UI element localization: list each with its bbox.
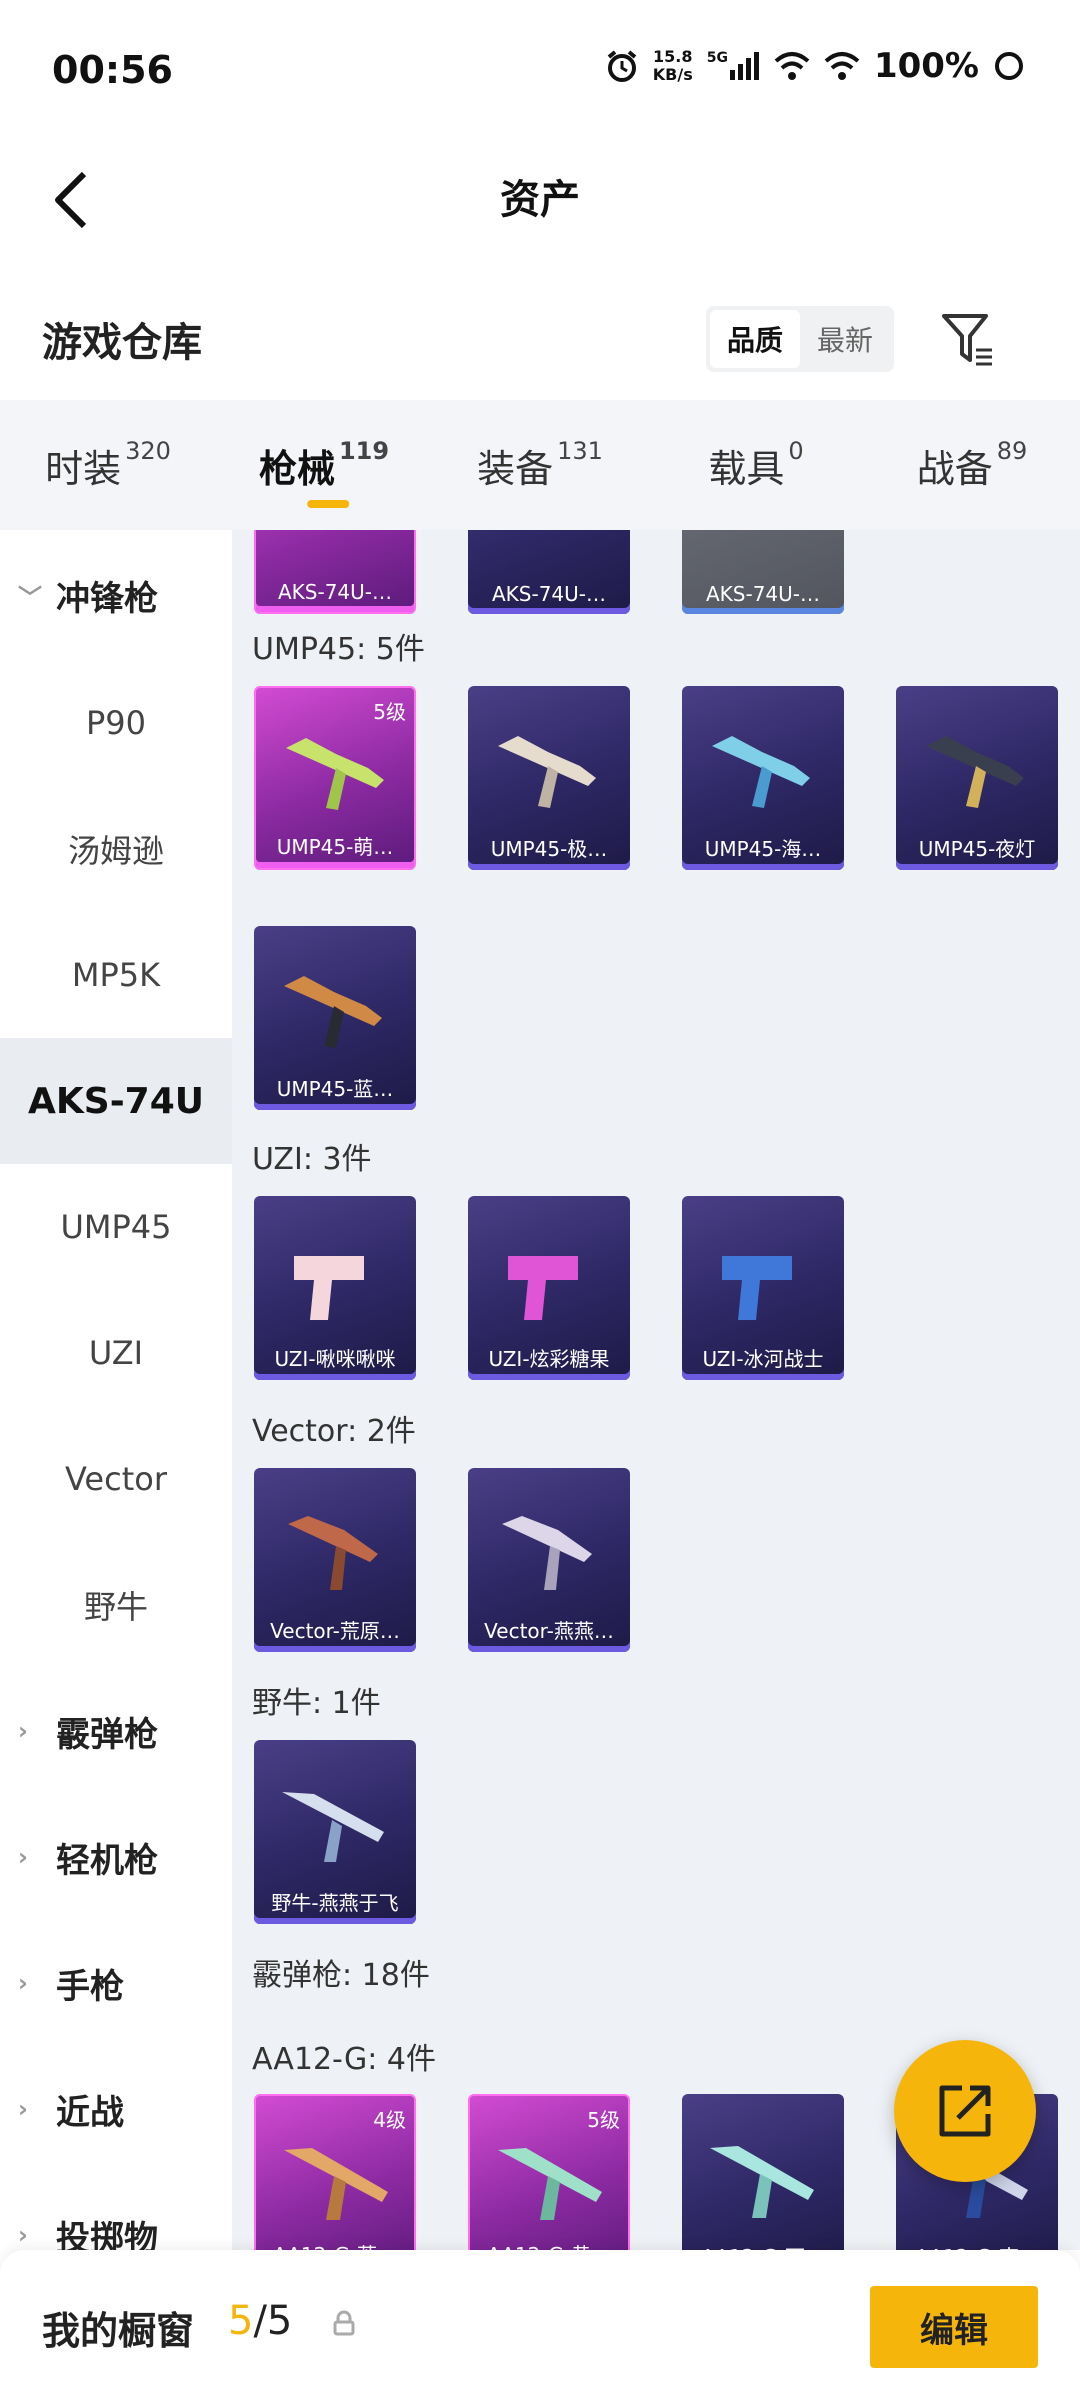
- smg-icon: [284, 976, 382, 1048]
- shotgun-icon: [284, 2148, 388, 2220]
- status-bar: 00:56 15.8 KB/s 5G 100%: [0, 0, 1080, 140]
- status-time: 00:56: [52, 48, 173, 92]
- sort-toggle: 品质 最新: [706, 306, 894, 372]
- smg-icon: [712, 736, 810, 808]
- alarm-icon: [607, 50, 637, 82]
- sidebar-item-p90[interactable]: P90: [0, 660, 232, 786]
- shotgun-icon: [498, 2148, 602, 2220]
- category-tabs: 时装 320 枪械 119 装备 131 载具 0 战备 89: [0, 400, 1080, 530]
- net-speed: 15.8 KB/s: [652, 47, 693, 84]
- sidebar-item-vector[interactable]: Vector: [0, 1416, 232, 1542]
- sidebar-item-mp5k[interactable]: MP5K: [0, 912, 232, 1038]
- smg-icon: [282, 1792, 384, 1862]
- skin-card[interactable]: 野牛-燕燕于飞: [254, 1740, 416, 1924]
- sidebar-item-throwable[interactable]: › 投掷物: [0, 2172, 232, 2251]
- group-label-bison: 野牛: 1件: [252, 1686, 381, 1721]
- sidebar-item-smg[interactable]: ﹀ 冲锋枪: [0, 530, 232, 660]
- skin-card[interactable]: UMP45-极…: [468, 686, 630, 870]
- sidebar-item-pistol[interactable]: › 手枪: [0, 1920, 232, 2046]
- sidebar-item-lmg[interactable]: › 轻机枪: [0, 1794, 232, 1920]
- lock-icon: [333, 2310, 355, 2336]
- filter-icon: [942, 314, 992, 366]
- sidebar-item-aks74u[interactable]: AKS-74U: [0, 1038, 232, 1164]
- skin-card[interactable]: AKS-74U-…: [468, 530, 630, 614]
- showcase-title: 我的橱窗: [42, 2309, 195, 2353]
- weapon-sidebar: ﹀ 冲锋枪 P90 汤姆逊 MP5K AKS-74U UMP45 UZI Vect…: [0, 530, 232, 2250]
- skin-card[interactable]: 4级 AA12-G-莽…: [254, 2094, 416, 2250]
- page-title: 资产: [500, 177, 580, 223]
- tab-firearms[interactable]: 枪械 119: [216, 400, 432, 530]
- chevron-right-icon: ›: [18, 2095, 28, 2123]
- tab-equipment[interactable]: 装备 131: [432, 400, 648, 530]
- skin-card[interactable]: AA12-G-雨…: [682, 2094, 844, 2250]
- share-button[interactable]: [894, 2040, 1036, 2182]
- wifi-icon: [824, 52, 860, 80]
- sidebar-item-thompson[interactable]: 汤姆逊: [0, 786, 232, 912]
- skin-card[interactable]: UZI-炫彩糖果: [468, 1196, 630, 1380]
- filter-button[interactable]: [940, 310, 996, 370]
- sort-quality-button[interactable]: 品质: [710, 310, 800, 368]
- skin-card[interactable]: AKS-74U-…: [682, 530, 844, 614]
- tab-vehicles[interactable]: 载具 0: [648, 400, 864, 530]
- cell-signal-icon: 5G: [707, 50, 760, 80]
- battery-icon: [995, 52, 1023, 80]
- sidebar-item-melee[interactable]: › 近战: [0, 2046, 232, 2172]
- smg-icon: [286, 738, 384, 810]
- skin-card[interactable]: UMP45-夜灯: [896, 686, 1058, 870]
- chevron-right-icon: ›: [18, 1717, 28, 1745]
- pistol-smg-icon: [294, 1256, 364, 1320]
- battery-level: 100%: [873, 46, 979, 86]
- warehouse-header: 游戏仓库 品质 最新: [0, 280, 1080, 400]
- group-label-ump45: UMP45: 5件: [252, 632, 425, 667]
- wifi-small-icon: [774, 52, 810, 80]
- sidebar-item-uzi[interactable]: UZI: [0, 1290, 232, 1416]
- skin-card[interactable]: 5级 UMP45-萌…: [254, 686, 416, 870]
- skin-card[interactable]: UZI-啾咪啾咪: [254, 1196, 416, 1380]
- smg-icon: [288, 1516, 378, 1590]
- sort-newest-button[interactable]: 最新: [800, 310, 890, 368]
- showcase-count: 5/5: [228, 2298, 293, 2344]
- shotgun-icon: [710, 2146, 814, 2218]
- weapon-grid: AKS-74U-… AKS-74U-… AKS-74U-… UMP45: 5件 …: [232, 530, 1080, 2250]
- skin-card[interactable]: UMP45-海…: [682, 686, 844, 870]
- chevron-down-icon: ﹀: [18, 583, 42, 612]
- smg-icon: [502, 1516, 592, 1590]
- chevron-right-icon: ›: [18, 1843, 28, 1871]
- skin-card[interactable]: Vector-燕燕…: [468, 1468, 630, 1652]
- group-label-vector: Vector: 2件: [252, 1414, 416, 1449]
- skin-card[interactable]: AKS-74U-…: [254, 530, 416, 614]
- sidebar-item-bison[interactable]: 野牛: [0, 1542, 232, 1668]
- pistol-smg-icon: [508, 1256, 578, 1320]
- tab-fashion[interactable]: 时装 320: [0, 400, 216, 530]
- tab-supplies[interactable]: 战备 89: [864, 400, 1080, 530]
- skin-card[interactable]: UZI-冰河战士: [682, 1196, 844, 1380]
- skin-card[interactable]: Vector-荒原…: [254, 1468, 416, 1652]
- external-link-icon: [939, 2085, 991, 2137]
- smg-icon: [926, 736, 1024, 808]
- showcase-bar: 我的橱窗 5/5 编辑: [0, 2250, 1080, 2400]
- app-header: 资产: [0, 140, 1080, 260]
- section-title: 游戏仓库: [42, 320, 202, 366]
- edit-button[interactable]: 编辑: [870, 2286, 1038, 2368]
- chevron-right-icon: ›: [18, 2221, 28, 2249]
- sidebar-item-ump45[interactable]: UMP45: [0, 1164, 232, 1290]
- sidebar-item-shotgun[interactable]: › 霰弹枪: [0, 1668, 232, 1794]
- pistol-smg-icon: [722, 1256, 792, 1320]
- group-label-uzi: UZI: 3件: [252, 1142, 372, 1177]
- status-icons: 15.8 KB/s 5G 100%: [605, 46, 1025, 86]
- group-label-aa12: AA12-G: 4件: [252, 2042, 436, 2077]
- chevron-right-icon: ›: [18, 1969, 28, 1997]
- smg-icon: [498, 736, 596, 808]
- skin-card[interactable]: UMP45-蓝…: [254, 926, 416, 1110]
- skin-card[interactable]: 5级 AA12-G-黄…: [468, 2094, 630, 2250]
- group-label-shotgun: 霰弹枪: 18件: [252, 1958, 430, 1993]
